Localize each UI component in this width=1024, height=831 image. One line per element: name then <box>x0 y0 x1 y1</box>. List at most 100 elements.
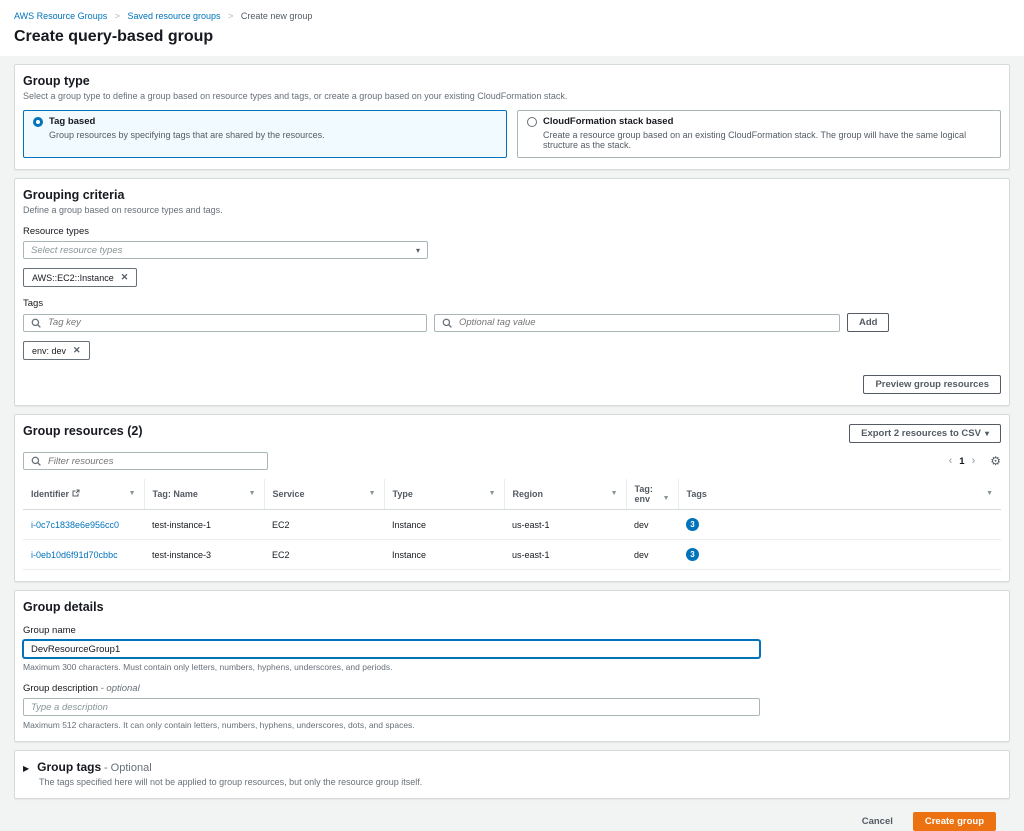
column-region[interactable]: Region ▼ <box>504 479 626 510</box>
main-content: Group type Select a group type to define… <box>0 56 1024 831</box>
next-page-icon[interactable]: › <box>972 455 976 467</box>
group-description-hint: Maximum 512 characters. It can only cont… <box>23 720 1001 730</box>
group-type-heading: Group type <box>23 74 1001 88</box>
column-service[interactable]: Service▼ <box>264 479 384 510</box>
grouping-criteria-panel: Grouping criteria Define a group based o… <box>14 178 1010 406</box>
table-header-row: Identifier ▼ Tag: Name ▼ Service▼ Type ▼ Re… <box>23 479 1001 510</box>
previous-page-icon[interactable]: ‹ <box>949 455 953 467</box>
column-tag-name[interactable]: Tag: Name ▼ <box>144 479 264 510</box>
close-icon[interactable]: ✕ <box>73 345 81 356</box>
breadcrumb-link-resource-groups[interactable]: AWS Resource Groups <box>14 11 107 21</box>
column-type-label: Type <box>393 489 413 499</box>
group-resources-heading: Group resources (2) <box>23 424 142 438</box>
page-number[interactable]: 1 <box>959 456 964 467</box>
group-tags-optional: - Optional <box>104 762 152 774</box>
resources-table: Identifier ▼ Tag: Name ▼ Service▼ Type ▼ Re… <box>23 479 1001 570</box>
tile-cloudformation-based[interactable]: CloudFormation stack based Create a reso… <box>517 110 1001 158</box>
cancel-button[interactable]: Cancel <box>856 815 899 828</box>
pagination: ‹ 1 › ⚙ <box>949 454 1001 468</box>
group-tags-panel: ▶ Group tags - Optional The tags specifi… <box>14 750 1010 799</box>
tile-tag-based-description: Group resources by specifying tags that … <box>49 130 497 140</box>
sort-icon[interactable]: ▼ <box>249 490 256 497</box>
cell-region: us-east-1 <box>504 540 626 570</box>
filter-resources-input[interactable] <box>46 455 260 468</box>
table-row: i-0c7c1838e6e956cc0 test-instance-1 EC2 … <box>23 510 1001 540</box>
tag-key-field[interactable] <box>23 314 427 332</box>
breadcrumb-separator: > <box>228 11 233 21</box>
add-button[interactable]: Add <box>847 313 889 332</box>
group-name-label: Group name <box>23 625 1001 636</box>
tag-key-input[interactable] <box>46 316 419 329</box>
cell-tag-env: dev <box>626 540 678 570</box>
export-csv-button[interactable]: Export 2 resources to CSV ▾ <box>849 424 1001 443</box>
column-region-label: Region <box>513 489 544 499</box>
resource-types-select[interactable]: Select resource types ▾ <box>23 241 428 259</box>
chevron-down-icon: ▾ <box>985 429 989 438</box>
sort-icon[interactable]: ▼ <box>611 490 618 497</box>
sort-icon[interactable]: ▼ <box>369 490 376 497</box>
resource-identifier-link[interactable]: i-0c7c1838e6e956cc0 <box>31 520 119 530</box>
resource-type-token[interactable]: AWS::EC2::Instance ✕ <box>23 268 137 287</box>
chevron-down-icon: ▾ <box>416 246 420 255</box>
search-icon <box>31 318 41 328</box>
group-description-label-text: Group description <box>23 683 98 694</box>
tags-count-badge[interactable]: 3 <box>686 548 699 561</box>
tag-token-label: env: dev <box>32 346 66 356</box>
radio-unselected-icon[interactable] <box>527 117 537 127</box>
column-tags-label: Tags <box>687 489 707 499</box>
group-name-input[interactable] <box>23 640 760 658</box>
resource-identifier-link[interactable]: i-0eb10d6f91d70cbbc <box>31 550 118 560</box>
cell-tag-name: test-instance-1 <box>144 510 264 540</box>
sort-icon[interactable]: ▼ <box>663 495 670 502</box>
close-icon[interactable]: ✕ <box>121 272 129 283</box>
cell-type: Instance <box>384 540 504 570</box>
column-type[interactable]: Type ▼ <box>384 479 504 510</box>
group-tags-description: The tags specified here will not be appl… <box>39 777 1001 787</box>
sort-icon[interactable]: ▼ <box>489 490 496 497</box>
radio-selected-icon[interactable] <box>33 117 43 127</box>
sort-icon[interactable]: ▼ <box>986 490 993 497</box>
tag-token[interactable]: env: dev ✕ <box>23 341 90 360</box>
resource-types-label: Resource types <box>23 226 1001 237</box>
resource-type-token-label: AWS::EC2::Instance <box>32 273 114 283</box>
column-identifier[interactable]: Identifier ▼ <box>23 479 144 510</box>
expand-arrow-icon[interactable]: ▶ <box>23 764 29 773</box>
tags-label: Tags <box>23 298 1001 309</box>
tile-tag-based[interactable]: Tag based Group resources by specifying … <box>23 110 507 158</box>
gear-icon[interactable]: ⚙ <box>990 454 1001 468</box>
breadcrumb-link-saved-groups[interactable]: Saved resource groups <box>128 11 221 21</box>
tile-tag-based-label: Tag based <box>49 116 95 127</box>
column-tag-name-label: Tag: Name <box>153 489 198 499</box>
tile-cloudformation-description: Create a resource group based on an exis… <box>543 130 991 150</box>
group-type-options: Tag based Group resources by specifying … <box>23 110 1001 158</box>
external-link-icon <box>72 489 80 497</box>
create-group-button[interactable]: Create group <box>913 812 996 831</box>
group-resources-panel: Group resources (2) Export 2 resources t… <box>14 414 1010 582</box>
group-description-optional-text: - optional <box>101 683 140 694</box>
column-identifier-label: Identifier <box>31 489 69 499</box>
group-details-panel: Group details Group name Maximum 300 cha… <box>14 590 1010 742</box>
page-header: AWS Resource Groups > Saved resource gro… <box>0 0 1024 56</box>
cell-tag-env: dev <box>626 510 678 540</box>
group-type-description: Select a group type to define a group ba… <box>23 91 1001 101</box>
filter-resources-field[interactable] <box>23 452 268 470</box>
preview-group-resources-button[interactable]: Preview group resources <box>863 375 1001 394</box>
breadcrumb: AWS Resource Groups > Saved resource gro… <box>14 11 1010 21</box>
search-icon <box>442 318 452 328</box>
grouping-criteria-description: Define a group based on resource types a… <box>23 205 1001 215</box>
sort-icon[interactable]: ▼ <box>129 490 136 497</box>
tag-value-input[interactable] <box>457 316 832 329</box>
group-tags-expander[interactable]: ▶ Group tags - Optional <box>23 760 1001 774</box>
tag-value-field[interactable] <box>434 314 840 332</box>
breadcrumb-separator: > <box>115 11 120 21</box>
page-title: Create query-based group <box>14 28 1010 46</box>
column-tag-env[interactable]: Tag: env▼ <box>626 479 678 510</box>
export-csv-label: Export 2 resources to CSV <box>861 428 981 439</box>
tags-count-badge[interactable]: 3 <box>686 518 699 531</box>
cell-region: us-east-1 <box>504 510 626 540</box>
table-row: i-0eb10d6f91d70cbbc test-instance-3 EC2 … <box>23 540 1001 570</box>
group-description-input[interactable] <box>23 698 760 716</box>
column-tags[interactable]: Tags ▼ <box>678 479 1001 510</box>
cell-tag-name: test-instance-3 <box>144 540 264 570</box>
cell-service: EC2 <box>264 510 384 540</box>
